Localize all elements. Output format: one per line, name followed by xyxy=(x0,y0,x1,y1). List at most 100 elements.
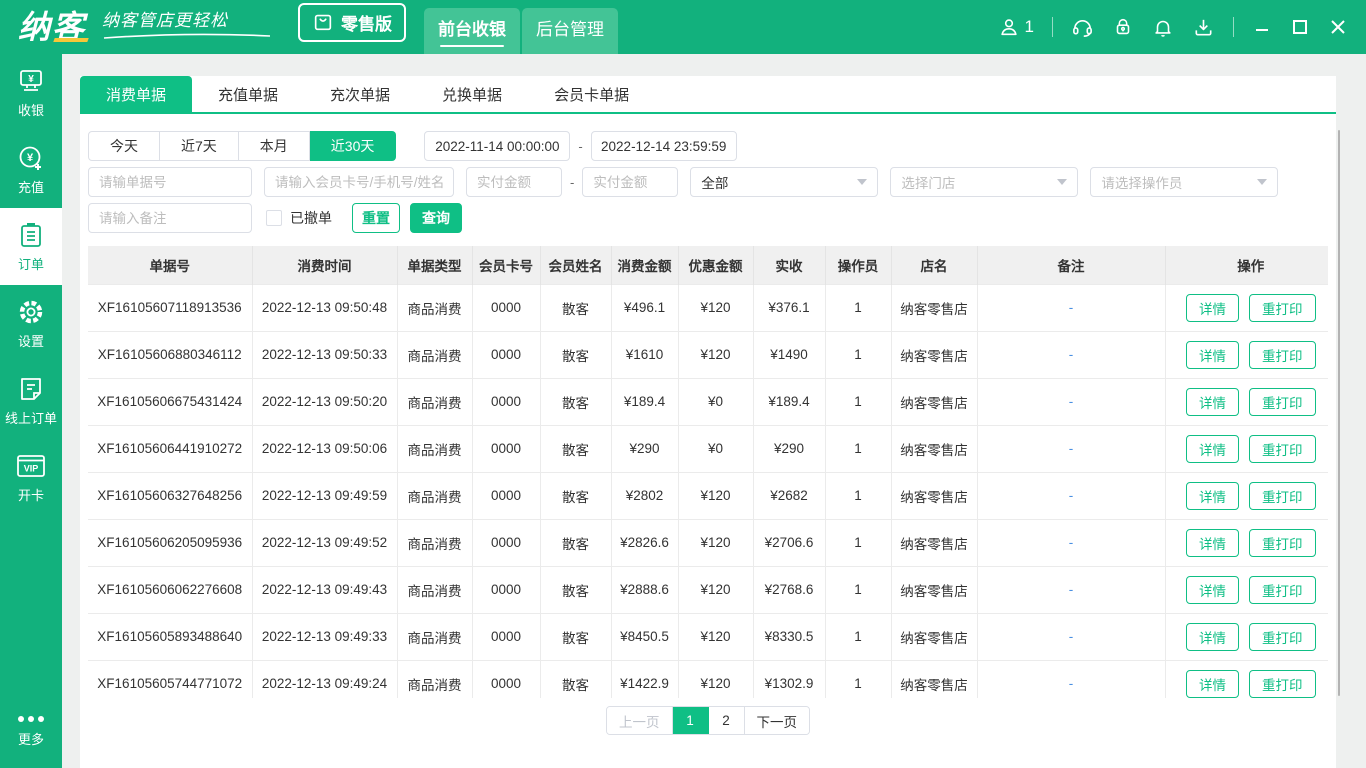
cell-time: 2022-12-13 09:49:24 xyxy=(252,660,397,698)
cell-store: 纳客零售店 xyxy=(891,425,977,472)
support-headset-icon[interactable] xyxy=(1071,16,1094,39)
cell-discount: ¥0 xyxy=(678,425,753,472)
cell-paid: ¥2768.6 xyxy=(753,566,825,613)
cell-member-name: 散客 xyxy=(540,284,611,331)
slogan-underline xyxy=(102,32,272,40)
next-page-button[interactable]: 下一页 xyxy=(745,707,810,734)
cell-type: 商品消费 xyxy=(397,566,472,613)
operator-select[interactable]: 请选择操作员 xyxy=(1090,167,1278,197)
cell-amount: ¥8450.5 xyxy=(611,613,678,660)
cell-paid: ¥376.1 xyxy=(753,284,825,331)
amount-min-input[interactable] xyxy=(466,167,562,197)
cell-order-no: XF16105606327648256 xyxy=(88,472,252,519)
amount-max-input[interactable] xyxy=(582,167,678,197)
store-select[interactable]: 选择门店 xyxy=(890,167,1078,197)
reset-button[interactable]: 重置 xyxy=(352,203,400,233)
table-row: XF16105607118913536 2022-12-13 09:50:48 … xyxy=(88,284,1328,331)
cell-time: 2022-12-13 09:50:33 xyxy=(252,331,397,378)
cell-operator: 1 xyxy=(825,331,891,378)
detail-button[interactable]: 详情 xyxy=(1186,341,1239,369)
cell-member-name: 散客 xyxy=(540,613,611,660)
reprint-button[interactable]: 重打印 xyxy=(1249,388,1316,416)
quick-date-30days[interactable]: 近30天 xyxy=(310,131,397,161)
col-amount: 消费金额 xyxy=(611,246,678,284)
quick-date-month[interactable]: 本月 xyxy=(239,131,310,161)
tab-consume-orders[interactable]: 消费单据 xyxy=(80,76,192,112)
col-card: 会员卡号 xyxy=(472,246,540,284)
detail-button[interactable]: 详情 xyxy=(1186,294,1239,322)
order-no-input[interactable] xyxy=(88,167,252,197)
slogan: 纳客管店更轻松 xyxy=(102,6,272,40)
member-search-input[interactable] xyxy=(264,167,454,197)
reprint-button[interactable]: 重打印 xyxy=(1249,670,1316,698)
detail-button[interactable]: 详情 xyxy=(1186,623,1239,651)
quick-date-today[interactable]: 今天 xyxy=(88,131,160,161)
cell-time: 2022-12-13 09:49:43 xyxy=(252,566,397,613)
detail-button[interactable]: 详情 xyxy=(1186,529,1239,557)
reprint-button[interactable]: 重打印 xyxy=(1249,623,1316,651)
sidebar-item-online-orders[interactable]: 线上订单 xyxy=(0,362,62,439)
online-orders-doc-icon xyxy=(17,375,45,403)
cell-amount: ¥189.4 xyxy=(611,378,678,425)
date-to-input[interactable] xyxy=(591,131,737,161)
sidebar-item-open-card[interactable]: VIP 开卡 xyxy=(0,439,62,516)
svg-text:¥: ¥ xyxy=(28,74,34,85)
detail-button[interactable]: 详情 xyxy=(1186,576,1239,604)
tab-front-cashier[interactable]: 前台收银 xyxy=(424,8,520,54)
table-row: XF16105606205095936 2022-12-13 09:49:52 … xyxy=(88,519,1328,566)
window-close-button[interactable] xyxy=(1328,17,1348,37)
bell-icon[interactable] xyxy=(1152,16,1174,38)
filter-row-dates: 今天 近7天 本月 近30天 - xyxy=(88,131,1328,161)
sidebar-item-settings[interactable]: 设置 xyxy=(0,285,62,362)
cell-remark: - xyxy=(977,284,1165,331)
vertical-scrollbar[interactable] xyxy=(1338,130,1340,696)
reprint-button[interactable]: 重打印 xyxy=(1249,294,1316,322)
detail-button[interactable]: 详情 xyxy=(1186,388,1239,416)
lock-icon[interactable] xyxy=(1112,16,1134,38)
cell-time: 2022-12-13 09:49:59 xyxy=(252,472,397,519)
tab-recharge-orders[interactable]: 充值单据 xyxy=(192,76,304,112)
sidebar-item-more[interactable]: 更多 xyxy=(0,702,62,760)
reprint-button[interactable]: 重打印 xyxy=(1249,341,1316,369)
detail-button[interactable]: 详情 xyxy=(1186,670,1239,698)
window-minimize-button[interactable] xyxy=(1252,17,1272,37)
sidebar-item-cashier[interactable]: ¥ 收银 xyxy=(0,54,62,131)
tab-times-orders[interactable]: 充次单据 xyxy=(304,76,416,112)
reprint-button[interactable]: 重打印 xyxy=(1249,529,1316,557)
type-select[interactable]: 全部 xyxy=(690,167,878,197)
detail-button[interactable]: 详情 xyxy=(1186,435,1239,463)
user-count-indicator[interactable]: 1 xyxy=(998,16,1034,38)
prev-page-button[interactable]: 上一页 xyxy=(607,707,673,734)
tab-member-card-orders[interactable]: 会员卡单据 xyxy=(528,76,655,112)
table-row: XF16105606441910272 2022-12-13 09:50:06 … xyxy=(88,425,1328,472)
reprint-button[interactable]: 重打印 xyxy=(1249,482,1316,510)
cancelled-label[interactable]: 已撤单 xyxy=(290,208,332,228)
window-maximize-button[interactable] xyxy=(1290,17,1310,37)
cell-member-name: 散客 xyxy=(540,378,611,425)
cell-card: 0000 xyxy=(472,284,540,331)
page-button-2[interactable]: 2 xyxy=(709,707,745,734)
tab-back-management[interactable]: 后台管理 xyxy=(522,8,618,54)
detail-button[interactable]: 详情 xyxy=(1186,482,1239,510)
reprint-button[interactable]: 重打印 xyxy=(1249,576,1316,604)
sidebar: ¥ 收银 ¥ 充值 订单 设置 线上订单 VIP 开卡 更多 xyxy=(0,54,62,768)
page-button-1[interactable]: 1 xyxy=(673,707,709,734)
cell-order-no: XF16105606880346112 xyxy=(88,331,252,378)
quick-date-7days[interactable]: 近7天 xyxy=(160,131,239,161)
tab-exchange-orders[interactable]: 兑换单据 xyxy=(416,76,528,112)
sidebar-item-orders[interactable]: 订单 xyxy=(0,208,62,285)
content-panel: 消费单据 充值单据 充次单据 兑换单据 会员卡单据 今天 近7天 本月 近30天… xyxy=(80,76,1336,768)
remark-input[interactable] xyxy=(88,203,252,233)
cell-actions: 详情 重打印 xyxy=(1165,425,1328,472)
reprint-button[interactable]: 重打印 xyxy=(1249,435,1316,463)
cell-paid: ¥2706.6 xyxy=(753,519,825,566)
cancelled-checkbox[interactable] xyxy=(266,210,282,226)
filter-area: 今天 近7天 本月 近30天 - - 全部 选择门店 xyxy=(80,114,1336,233)
download-icon[interactable] xyxy=(1192,16,1215,39)
cell-member-name: 散客 xyxy=(540,660,611,698)
sidebar-item-recharge[interactable]: ¥ 充值 xyxy=(0,131,62,208)
query-button[interactable]: 查询 xyxy=(410,203,462,233)
cell-amount: ¥2826.6 xyxy=(611,519,678,566)
cell-card: 0000 xyxy=(472,613,540,660)
date-from-input[interactable] xyxy=(424,131,570,161)
